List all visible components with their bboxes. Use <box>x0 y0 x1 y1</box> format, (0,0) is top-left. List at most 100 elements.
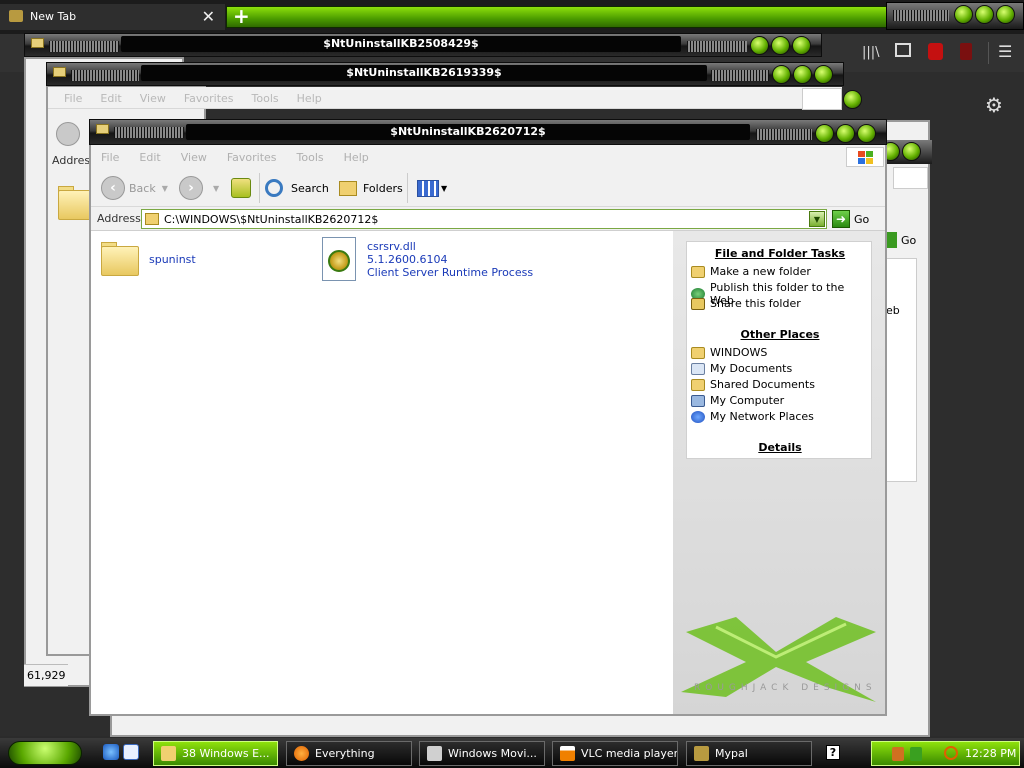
other-places-heading[interactable]: Other Places <box>687 328 873 341</box>
clock: 12:28 PM <box>965 747 1017 760</box>
tray-icon-2[interactable] <box>910 747 922 761</box>
x-watermark-logo: ROUGHJACK DESIGNS <box>681 617 877 702</box>
show-desktop-icon[interactable] <box>123 744 139 760</box>
bg2-maximize-button[interactable] <box>793 65 812 84</box>
bg1-title: $NtUninstallKB2508429$ <box>121 36 681 52</box>
new-tab-button[interactable]: + <box>226 4 888 28</box>
network-icon <box>691 410 705 423</box>
bg3-close-button[interactable] <box>902 142 921 161</box>
bg3-go-button[interactable]: Go <box>885 232 916 248</box>
library-icon[interactable]: |||\ <box>862 45 880 60</box>
up-folder-icon <box>231 178 251 198</box>
window-title: $NtUninstallKB2620712$ <box>186 124 750 140</box>
task-share-folder[interactable]: Share this folder <box>691 297 801 310</box>
gear-icon[interactable]: ⚙ <box>985 93 1003 117</box>
bg3-task-panel: eb <box>885 258 917 482</box>
folder-icon <box>96 124 109 134</box>
bg1-maximize-button[interactable] <box>771 36 790 55</box>
task-vlc[interactable]: VLC media player <box>552 741 678 766</box>
file-folder-tasks-heading[interactable]: File and Folder Tasks <box>687 247 873 260</box>
explorer-title-bar[interactable]: $NtUninstallKB2620712$ <box>89 119 887 145</box>
hamburger-menu-icon[interactable]: ☰ <box>998 42 1012 61</box>
dll-file-icon[interactable] <box>322 237 356 281</box>
place-my-network-places[interactable]: My Network Places <box>691 410 814 423</box>
menu-file[interactable]: File <box>101 151 119 164</box>
close-button[interactable] <box>857 124 876 143</box>
address-input[interactable]: C:\WINDOWS\$NtUninstallKB2620712$ ▼ <box>141 209 827 229</box>
maximize-button[interactable] <box>975 5 994 24</box>
start-button[interactable] <box>8 741 82 765</box>
bg2-back-icon[interactable] <box>56 122 80 146</box>
close-tab-icon[interactable]: ✕ <box>202 7 215 26</box>
bg2-menu-tools[interactable]: Tools <box>252 92 279 105</box>
folder-icon <box>53 67 66 77</box>
sidebar-icon[interactable] <box>895 43 911 57</box>
up-folder-button[interactable] <box>231 169 251 207</box>
menu-help[interactable]: Help <box>344 151 369 164</box>
forward-button[interactable]: › ▼ <box>179 169 219 207</box>
file-description: Client Server Runtime Process <box>367 266 534 279</box>
task-mypal[interactable]: Mypal <box>686 741 812 766</box>
minimize-button[interactable] <box>815 124 834 143</box>
search-icon <box>265 179 283 197</box>
ublock-icon[interactable] <box>928 43 943 60</box>
go-button[interactable]: ➜ Go <box>832 210 869 228</box>
maximize-button[interactable] <box>836 124 855 143</box>
menu-favorites[interactable]: Favorites <box>227 151 277 164</box>
menu-tools[interactable]: Tools <box>297 151 324 164</box>
search-button[interactable]: Search <box>265 169 329 207</box>
bg1-close-button[interactable] <box>792 36 811 55</box>
bg2-menu-edit[interactable]: Edit <box>100 92 121 105</box>
close-button[interactable] <box>996 5 1015 24</box>
bg2-menu-file[interactable]: File <box>64 92 82 105</box>
bg2-extra-buttons <box>842 88 866 112</box>
views-button[interactable]: ▼ <box>417 169 447 207</box>
task-make-new-folder[interactable]: Make a new folder <box>691 265 811 278</box>
bg2-menu-help[interactable]: Help <box>297 92 322 105</box>
folders-label: Folders <box>363 181 403 195</box>
back-button[interactable]: ‹ Back ▼ <box>101 169 168 207</box>
place-my-documents[interactable]: My Documents <box>691 362 792 375</box>
browser-tab[interactable]: New Tab ✕ <box>0 4 225 30</box>
forward-arrow-icon: › <box>179 176 203 200</box>
tray-icon-1[interactable] <box>892 747 904 761</box>
item-spuninst[interactable]: spuninst <box>149 253 196 266</box>
menu-edit[interactable]: Edit <box>139 151 160 164</box>
new-folder-icon <box>691 265 705 278</box>
bg2-close-button[interactable] <box>814 65 833 84</box>
place-shared-documents[interactable]: Shared Documents <box>691 378 815 391</box>
help-icon[interactable]: ? <box>826 745 840 760</box>
internet-explorer-icon[interactable] <box>103 744 119 760</box>
bg3-task-fragment: eb <box>886 304 900 317</box>
bg1-title-bar[interactable]: $NtUninstallKB2508429$ <box>24 33 822 57</box>
minimize-button[interactable] <box>954 5 973 24</box>
place-my-computer[interactable]: My Computer <box>691 394 784 407</box>
bg2-menu-favorites[interactable]: Favorites <box>184 92 234 105</box>
details-heading[interactable]: Details <box>687 441 873 454</box>
folder-icon[interactable] <box>101 242 139 276</box>
task-everything[interactable]: Everything <box>286 741 412 766</box>
address-dropdown-icon[interactable]: ▼ <box>809 211 825 227</box>
back-arrow-icon: ‹ <box>101 176 125 200</box>
item-csrsrv[interactable]: csrsrv.dll 5.1.2600.6104 Client Server R… <box>367 240 533 279</box>
place-windows[interactable]: WINDOWS <box>691 346 767 359</box>
watermark-text: ROUGHJACK DESIGNS <box>694 683 877 693</box>
bg2-title-bar[interactable]: $NtUninstallKB2619339$ <box>46 62 844 86</box>
standard-toolbar: ‹ Back ▼ › ▼ Search Folders ▼ <box>91 169 885 207</box>
bg2-minimize-button[interactable] <box>772 65 791 84</box>
file-name: csrsrv.dll <box>367 240 416 253</box>
bg2-restore-button[interactable] <box>843 90 862 109</box>
search-label: Search <box>291 181 329 195</box>
folder-icon <box>161 746 176 761</box>
menu-view[interactable]: View <box>181 151 207 164</box>
folders-button[interactable]: Folders <box>339 169 403 207</box>
task-windows-explorer[interactable]: 38 Windows E... <box>153 741 278 766</box>
views-icon <box>417 179 439 197</box>
tray-search-icon[interactable] <box>944 746 958 760</box>
bg1-minimize-button[interactable] <box>750 36 769 55</box>
task-windows-movie-maker[interactable]: Windows Movi... <box>419 741 545 766</box>
extension-icon[interactable] <box>960 43 972 60</box>
bg2-menu-view[interactable]: View <box>140 92 166 105</box>
task-list: File and Folder Tasks Make a new folder … <box>686 241 872 459</box>
bg3-windows-logo <box>893 167 928 189</box>
